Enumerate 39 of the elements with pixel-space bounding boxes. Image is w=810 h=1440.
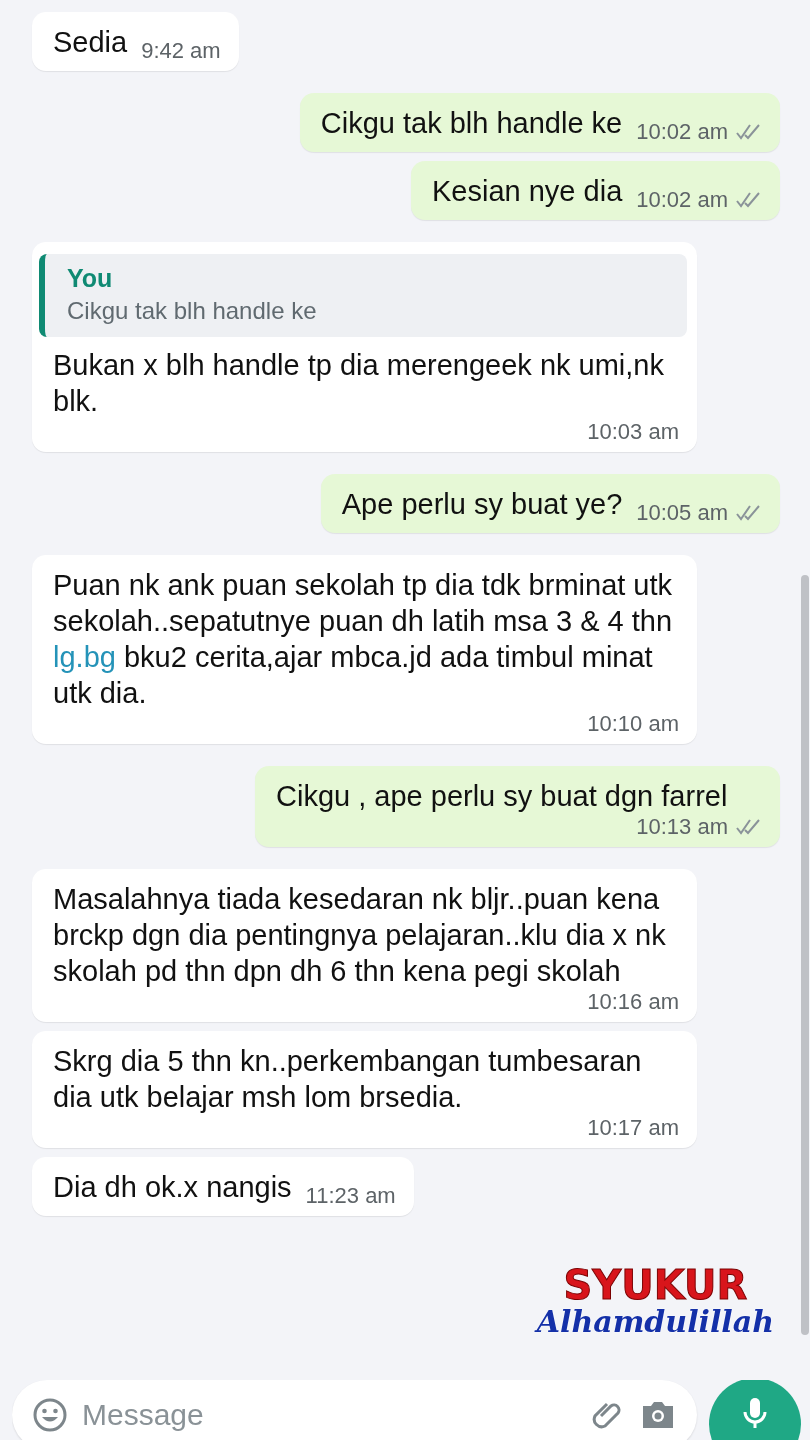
message-field[interactable]: Message [12, 1380, 697, 1440]
message-time: 11:23 am [305, 1183, 396, 1209]
message-bubble[interactable]: You Cikgu tak blh handle ke Bukan x blh handle tp dia merengeek nk umi,nk blk. 10:03 am [32, 242, 697, 452]
link[interactable]: lg.bg [53, 641, 116, 673]
message-time: 9:42 am [141, 38, 221, 64]
message-bubble[interactable]: Masalahnya tiada kesedaran nk bljr..puan kena brckp dgn dia pentingnya pelajaran..klu dia x nk skolah pd thn dpn dh 6 thn kena pegi skolah 10:16 am [32, 869, 697, 1022]
message-time: 10:16 am [587, 989, 679, 1015]
message-time: 10:10 am [587, 711, 679, 737]
message-time: 10:17 am [587, 1115, 679, 1141]
microphone-icon [742, 1396, 768, 1430]
message-bubble[interactable]: Cikgu tak blh handle ke 10:02 am [299, 93, 780, 152]
message-text: Puan nk ank puan sekolah tp dia tdk brminat utk sekolah..sepatutnye puan dh latih msa 3 & 4 thn lg.bg bku2 cerita,ajar mbca.jd ada timbul minat utk dia. [53, 568, 674, 711]
quoted-message[interactable]: You Cikgu tak blh handle ke [39, 254, 687, 337]
message-text: Bukan x blh handle tp dia merengeek nk umi,nk blk. [53, 348, 665, 419]
message-text: Masalahnya tiada kesedaran nk bljr..puan kena brckp dgn dia pentingnya pelajaran..klu dia x nk skolah pd thn dpn dh 6 thn kena pegi skolah [53, 882, 667, 989]
message-text: Ape perlu sy buat ye? [341, 487, 623, 522]
message-bubble[interactable]: Kesian nye dia 10:02 am [411, 161, 780, 220]
message-time: 10:05 am [636, 500, 728, 526]
message-bubble[interactable]: Skrg dia 5 thn kn..perkembangan tumbesaran dia utk belajar msh lom brsedia. 10:17 am [32, 1031, 697, 1148]
message-text: Kesian nye dia [432, 174, 623, 209]
message-text: Dia dh ok.x nangis [53, 1170, 292, 1205]
message-time: 10:02 am [636, 119, 728, 145]
message-bubble[interactable]: Dia dh ok.x nangis 11:23 am [32, 1157, 414, 1216]
message-text: Cikgu tak blh handle ke [320, 106, 623, 141]
emoji-icon[interactable] [32, 1397, 68, 1433]
message-time: 10:13 am [636, 814, 728, 840]
message-bubble[interactable]: Puan nk ank puan sekolah tp dia tdk brminat utk sekolah..sepatutnye puan dh latih msa 3 & 4 thn lg.bg bku2 cerita,ajar mbca.jd ada timbul minat utk dia. 10:10 am [32, 555, 697, 744]
quote-author: You [67, 264, 113, 293]
message-bubble[interactable]: Cikgu , ape perlu sy buat dgn farrel 10:13 am [255, 766, 780, 847]
message-input[interactable]: Message [82, 1398, 577, 1432]
message-bubble[interactable]: Ape perlu sy buat ye? 10:05 am [320, 474, 780, 533]
message-text: Cikgu , ape perlu sy buat dgn farrel [276, 779, 728, 814]
scrollbar[interactable] [801, 575, 809, 1335]
quote-text: Cikgu tak blh handle ke [67, 297, 317, 325]
message-time: 10:02 am [636, 187, 728, 213]
message-bubble[interactable]: Sedia 9:42 am [32, 12, 239, 71]
message-text: Sedia [53, 25, 128, 60]
message-time: 10:03 am [587, 419, 679, 445]
message-text: Skrg dia 5 thn kn..perkembangan tumbesaran dia utk belajar msh lom brsedia. [53, 1044, 643, 1115]
